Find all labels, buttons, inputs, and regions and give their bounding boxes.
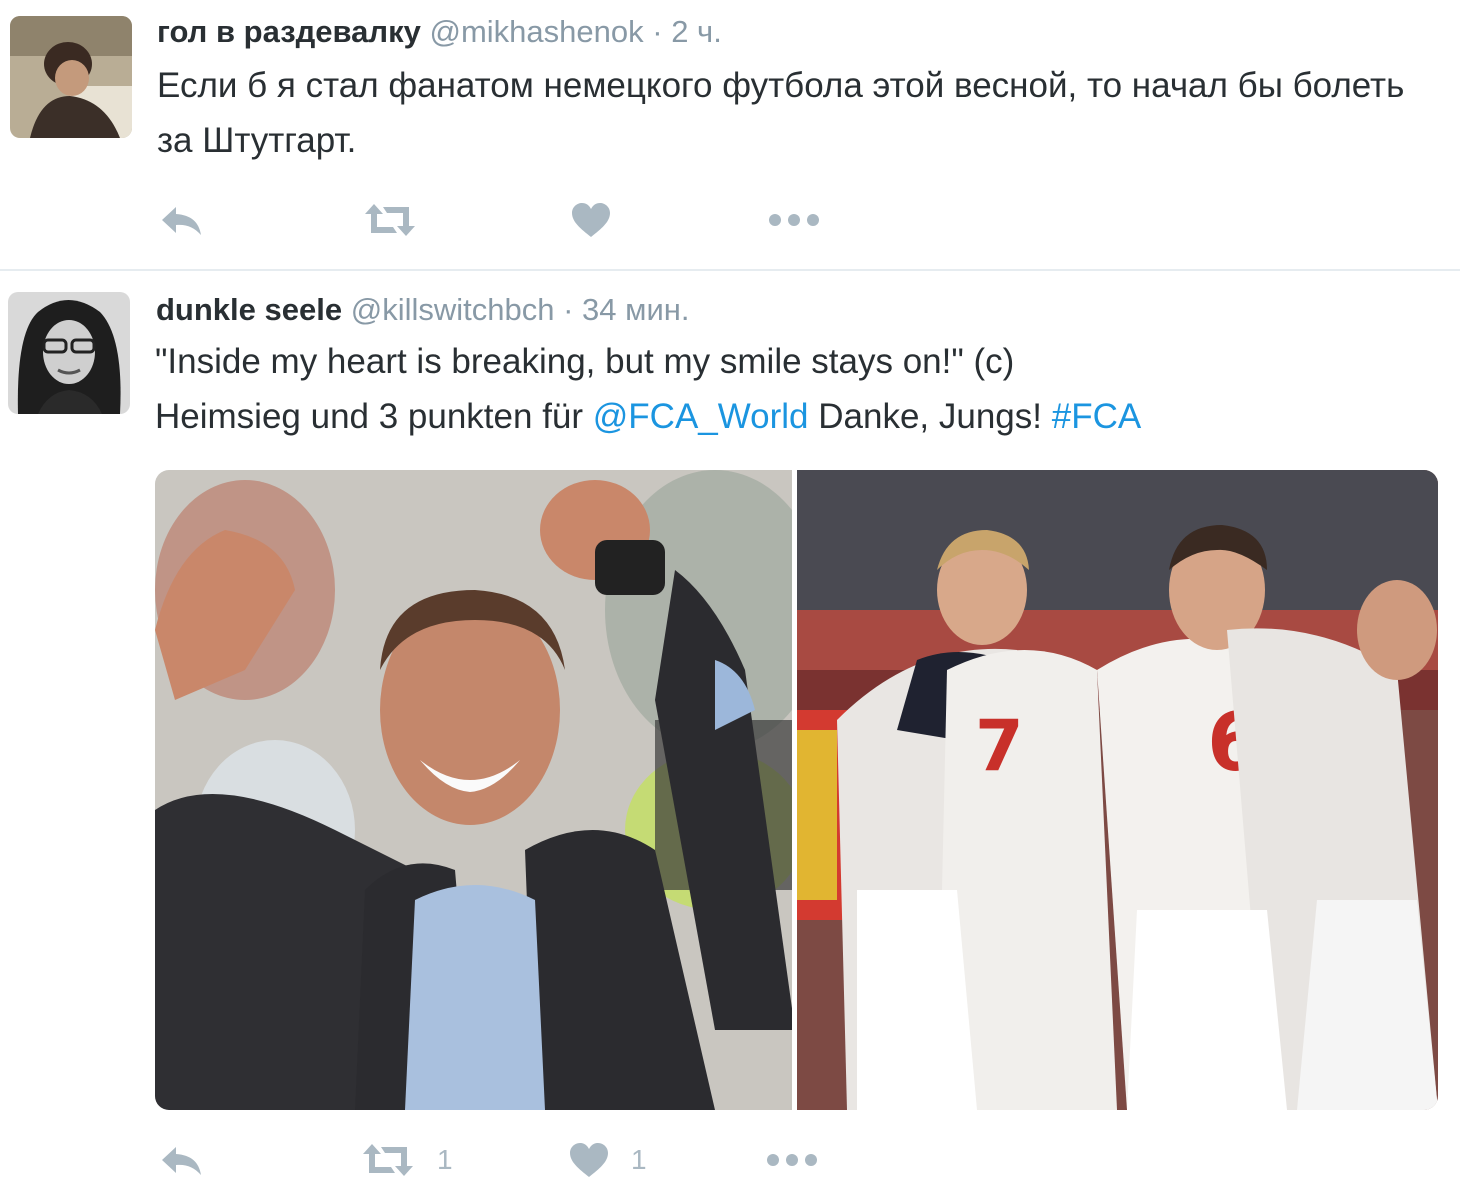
more-button[interactable] <box>766 1135 818 1185</box>
author-username[interactable]: @killswitchbch <box>351 292 555 327</box>
reply-icon <box>162 1147 201 1175</box>
tweet-text: Если б я стал фанатом немецкого футбола … <box>157 58 1437 168</box>
avatar[interactable] <box>8 292 130 414</box>
mention-link[interactable]: @FCA_World <box>593 397 809 436</box>
retweet-button[interactable] <box>363 195 417 245</box>
user-avatar-photo <box>8 292 130 414</box>
like-button[interactable] <box>571 195 611 245</box>
author-username[interactable]: @mikhashenok <box>430 14 644 49</box>
author-fullname[interactable]: гол в раздевалку <box>157 14 421 49</box>
tweet-text: "Inside my heart is breaking, but my smi… <box>155 334 1445 444</box>
retweet-icon <box>363 1144 413 1176</box>
svg-text:7: 7 <box>975 705 1024 787</box>
reply-button[interactable] <box>160 195 204 245</box>
retweet-icon <box>365 204 415 236</box>
players-huddle-photo: 7 6 <box>797 470 1438 1110</box>
retweet-count: 1 <box>437 1144 453 1175</box>
media-photo[interactable]: 7 6 <box>797 470 1438 1110</box>
tweet-text-line: Heimsieg und 3 punkten für @FCA_World Da… <box>155 389 1445 444</box>
tweet-divider <box>0 269 1460 271</box>
more-icon <box>767 1154 817 1166</box>
media-photo[interactable] <box>155 470 825 1110</box>
retweet-button[interactable]: 1 <box>361 1135 453 1185</box>
tweet-text-segment: Heimsieg und 3 punkten für <box>155 397 593 436</box>
user-avatar-photo <box>10 16 132 138</box>
tweet[interactable]: dunkle seele @killswitchbch · 34 мин. "I… <box>0 272 1460 1201</box>
media-grid: 7 6 <box>155 470 1438 1110</box>
tweet-header: гол в раздевалку @mikhashenok · 2 ч. <box>157 12 722 52</box>
author-fullname[interactable]: dunkle seele <box>156 292 342 327</box>
tweet-header: dunkle seele @killswitchbch · 34 мин. <box>156 290 690 330</box>
more-button[interactable] <box>768 195 820 245</box>
coach-celebrating-photo <box>155 470 825 1110</box>
like-count: 1 <box>631 1144 647 1175</box>
header-separator: · <box>652 14 663 49</box>
heart-icon <box>572 203 610 237</box>
header-separator: · <box>563 292 574 327</box>
tweet-actions: 1 1 <box>160 1135 860 1185</box>
reply-button[interactable] <box>160 1135 204 1185</box>
timestamp[interactable]: 34 мин. <box>582 292 689 327</box>
heart-icon <box>570 1143 608 1177</box>
tweet-actions <box>160 195 860 245</box>
avatar[interactable] <box>10 16 132 138</box>
like-button[interactable]: 1 <box>569 1135 647 1185</box>
tweet-text-content: Если б я стал фанатом немецкого футбола … <box>157 66 1405 160</box>
tweet[interactable]: гол в раздевалку @mikhashenok · 2 ч. Есл… <box>0 0 1460 270</box>
reply-icon <box>162 207 201 235</box>
timestamp[interactable]: 2 ч. <box>671 14 722 49</box>
tweet-text-line: "Inside my heart is breaking, but my smi… <box>155 342 1015 381</box>
hashtag-link[interactable]: #FCA <box>1052 397 1141 436</box>
more-icon <box>769 214 819 226</box>
tweet-text-segment: Danke, Jungs! <box>808 397 1052 436</box>
